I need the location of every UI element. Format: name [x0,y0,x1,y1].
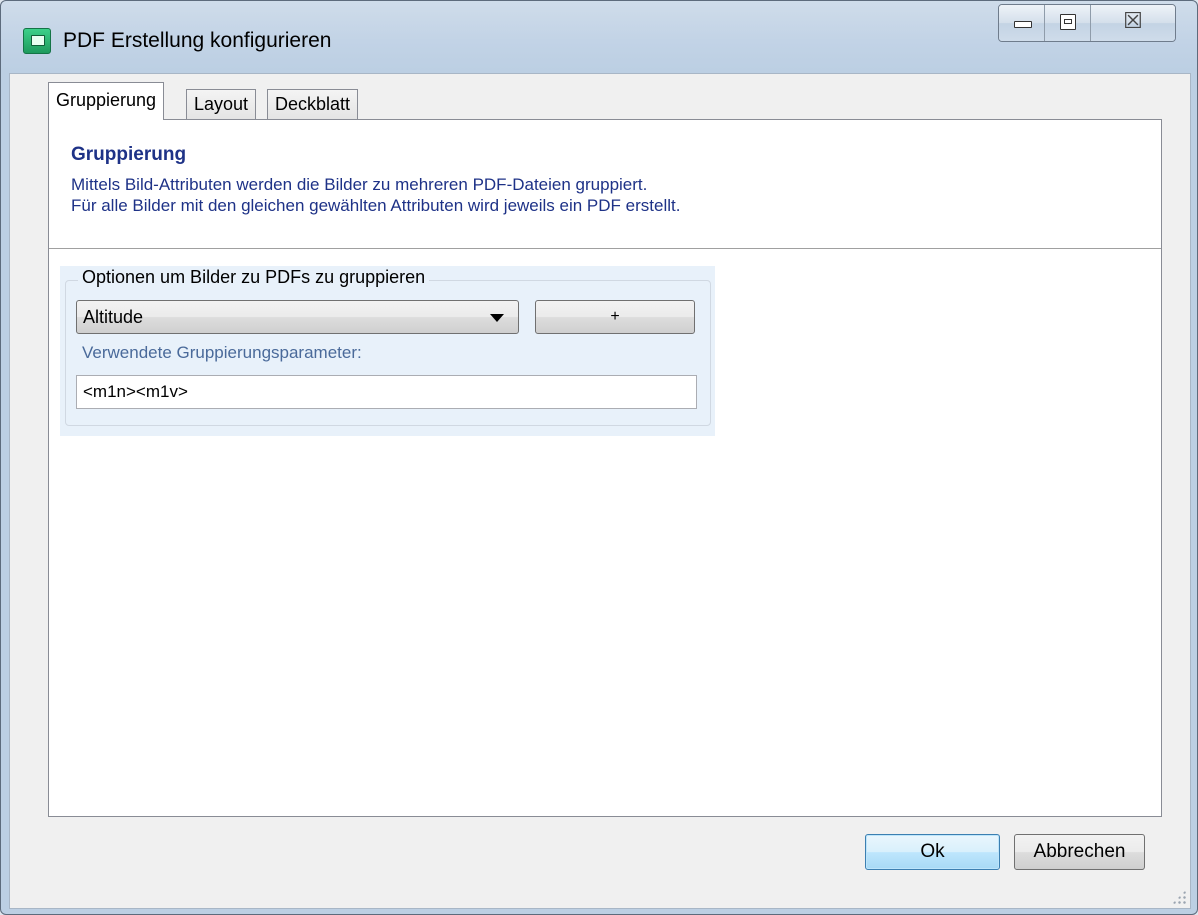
description-line-2: Für alle Bilder mit den gleichen gewählt… [71,196,681,215]
section-description: Mittels Bild-Attributen werden die Bilde… [71,174,680,216]
window-title: PDF Erstellung konfigurieren [63,29,332,52]
params-input[interactable] [76,375,697,409]
description-line-1: Mittels Bild-Attributen werden die Bilde… [71,175,648,194]
close-button[interactable]: ☒ [1091,5,1175,41]
divider [49,248,1161,249]
close-icon: ☒ [1123,9,1143,34]
tab-gruppierung[interactable]: Gruppierung [48,82,165,120]
minimize-button[interactable] [999,5,1045,41]
params-label: Verwendete Gruppierungsparameter: [82,343,362,362]
tab-panel-gruppierung: Gruppierung Mittels Bild-Attributen werd… [48,119,1162,817]
chevron-down-icon[interactable] [490,314,504,322]
attribute-combobox-value: Altitude [83,307,144,327]
caption-buttons: ☒ [998,4,1176,42]
add-attribute-button[interactable]: + [535,300,695,334]
attribute-combobox[interactable]: Altitude [76,300,519,334]
app-icon [23,28,51,54]
tab-layout[interactable]: Layout [186,89,257,119]
title-bar[interactable]: PDF Erstellung konfigurieren ☒ [1,1,1197,73]
options-panel: Optionen um Bilder zu PDFs zu gruppieren… [60,266,715,436]
options-groupbox-legend: Optionen um Bilder zu PDFs zu gruppieren [78,267,430,288]
dialog-client-area: Gruppierung Layout Deckblatt Gruppierung… [9,73,1191,909]
options-groupbox: Optionen um Bilder zu PDFs zu gruppieren… [65,267,711,426]
section-heading: Gruppierung [71,144,187,165]
cancel-button[interactable]: Abbrechen [1014,834,1145,870]
resize-grip-icon[interactable] [1172,890,1186,904]
tab-deckblatt[interactable]: Deckblatt [267,89,359,119]
ok-button[interactable]: Ok [865,834,1000,870]
maximize-button[interactable] [1045,5,1091,41]
dialog-window: PDF Erstellung konfigurieren ☒ Gruppieru… [0,0,1198,915]
